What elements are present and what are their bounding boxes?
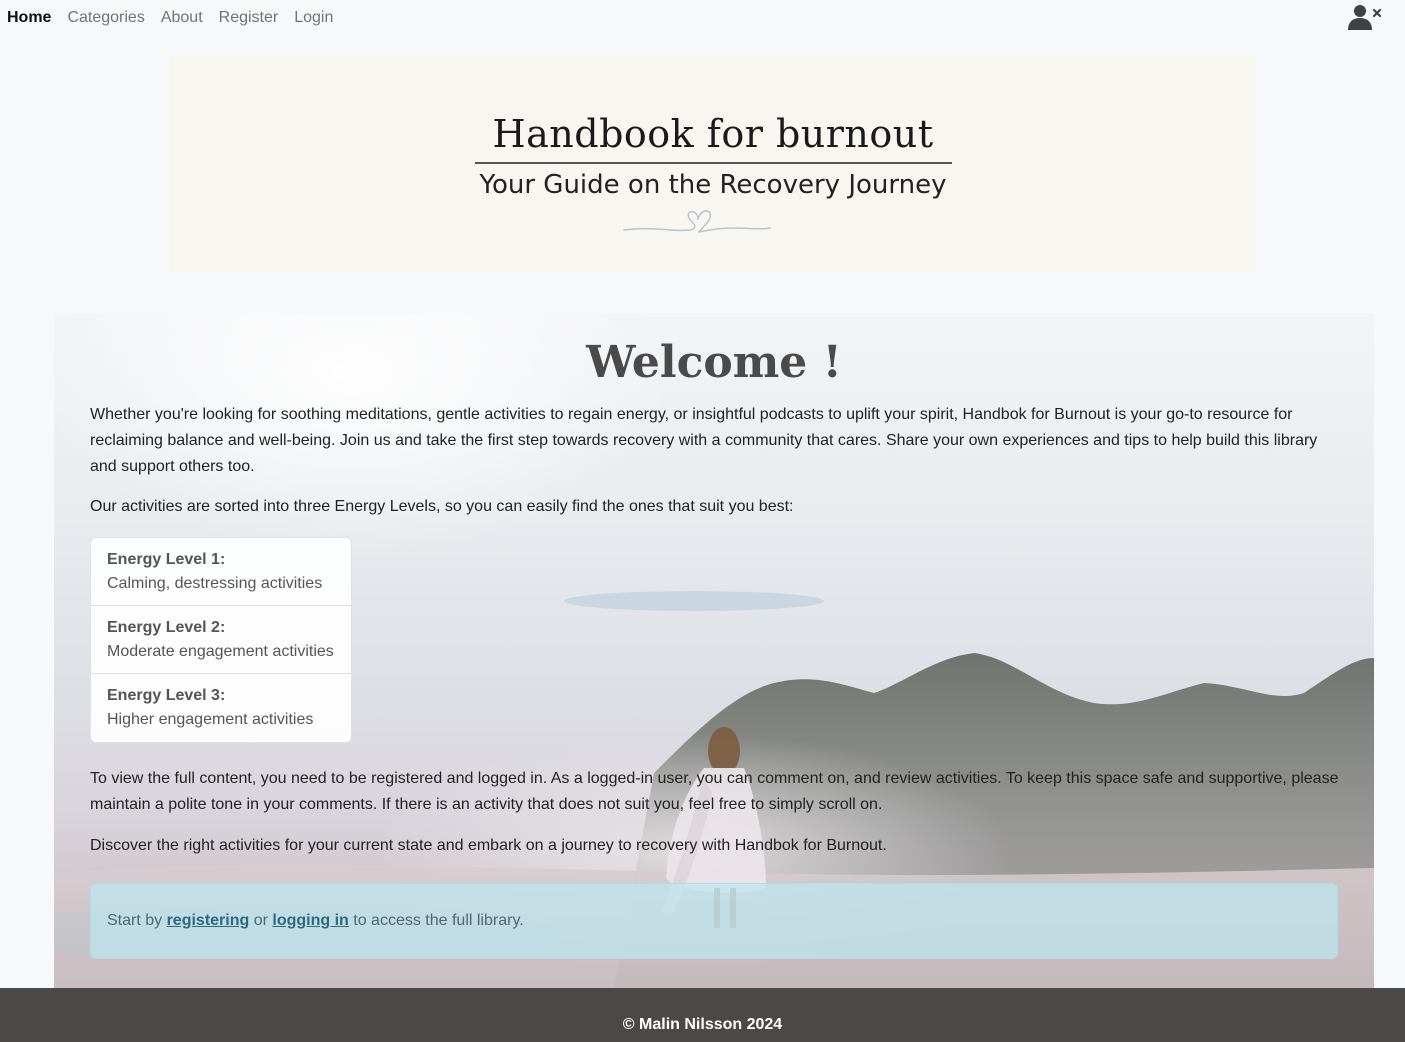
site-banner: Handbook for burnout Your Guide on the R…: [170, 56, 1256, 272]
nav-login[interactable]: Login: [294, 9, 333, 27]
login-prompt-alert: Start by registering or logging in to ac…: [90, 883, 1338, 959]
nav-about[interactable]: About: [161, 9, 203, 27]
welcome-hero: Welcome ! Whether you're looking for soo…: [54, 313, 1374, 988]
energy-level-description: Calming, destressing activities: [107, 575, 323, 592]
nav-list: Home Categories About Register Login: [0, 9, 349, 27]
nav-home[interactable]: Home: [7, 9, 51, 27]
banner-divider: [475, 162, 952, 164]
footer-copyright: © Malin Nilsson 2024: [622, 1016, 783, 1033]
alert-suffix: to access the full library.: [348, 912, 524, 929]
alert-middle: or: [249, 912, 273, 929]
energy-level-title: Energy Level 3:: [107, 687, 226, 704]
banner-subtitle: Your Guide on the Recovery Journey: [479, 170, 947, 200]
heart-line-ornament-icon: [623, 210, 771, 233]
list-item: Energy Level 3: Higher engagement activi…: [91, 674, 351, 742]
site-footer: © Malin Nilsson 2024: [0, 988, 1405, 1042]
navbar: Home Categories About Register Login: [0, 0, 1405, 36]
nav-categories[interactable]: Categories: [67, 9, 144, 27]
energy-level-list: Energy Level 1: Calming, destressing act…: [90, 537, 352, 743]
energy-level-description: Moderate engagement activities: [107, 643, 334, 660]
register-link[interactable]: registering: [167, 912, 250, 930]
intro-paragraph: Whether you're looking for soothing medi…: [90, 406, 1318, 475]
energy-levels-intro: Our activities are sorted into three Ene…: [90, 498, 794, 515]
welcome-title: Welcome !: [586, 337, 842, 388]
list-item: Energy Level 1: Calming, destressing act…: [91, 538, 351, 606]
alert-prefix: Start by: [107, 912, 167, 929]
discover-paragraph: Discover the right activities for your c…: [90, 837, 887, 854]
list-item: Energy Level 2: Moderate engagement acti…: [91, 606, 351, 674]
access-note-paragraph: To view the full content, you need to be…: [90, 770, 1339, 813]
banner-title: Handbook for burnout: [492, 112, 934, 156]
energy-level-title: Energy Level 2:: [107, 619, 226, 636]
energy-level-description: Higher engagement activities: [107, 711, 314, 728]
nav-register[interactable]: Register: [219, 9, 279, 27]
energy-level-title: Energy Level 1:: [107, 551, 226, 568]
login-link[interactable]: logging in: [272, 912, 348, 930]
user-logged-out-icon[interactable]: [1346, 3, 1382, 31]
